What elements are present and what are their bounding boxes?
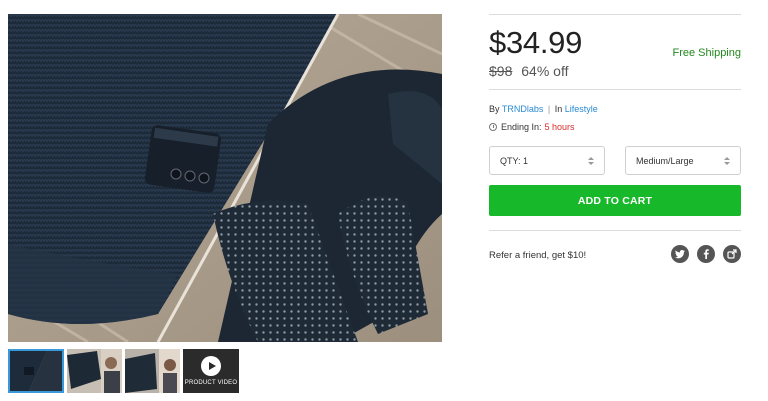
quantity-value: QTY: 1 (500, 155, 529, 166)
original-price: $98 (489, 63, 513, 79)
thumbnail-1[interactable] (8, 349, 64, 393)
price-divider (489, 89, 741, 90)
ending-value: 5 hours (544, 122, 575, 132)
thumbnail-strip: PRODUCT VIDEO (8, 349, 239, 393)
refer-friend-text[interactable]: Refer a friend, get $10! (489, 250, 586, 261)
clock-icon (489, 123, 497, 131)
cart-divider (489, 230, 741, 231)
in-label: In (554, 104, 563, 114)
thumbnail-product-video[interactable]: PRODUCT VIDEO (183, 349, 239, 393)
share-buttons (671, 245, 741, 263)
share-icon[interactable] (723, 245, 741, 263)
facebook-icon[interactable] (697, 245, 715, 263)
category-link[interactable]: Lifestyle (565, 104, 598, 114)
byline: By TRNDlabs | In Lifestyle (489, 104, 598, 114)
thumbnail-2[interactable] (67, 349, 122, 393)
updown-arrow-icon (588, 156, 594, 165)
thumbnail-image (8, 349, 64, 393)
sale-price: $34.99 (489, 25, 583, 60)
ending-label: Ending In: (501, 122, 542, 132)
thumbnail-image (67, 349, 122, 393)
discount-label: 64% off (521, 63, 569, 79)
byline-separator: | (547, 104, 551, 114)
free-shipping-label: Free Shipping (672, 47, 742, 59)
brand-link[interactable]: TRNDlabs (502, 104, 544, 114)
product-main-image[interactable] (8, 14, 442, 342)
play-icon (201, 356, 221, 376)
ending-timer: Ending In: 5 hours (489, 122, 575, 132)
purchase-panel: $34.99 Free Shipping $98 64% off By TRND… (489, 14, 741, 263)
original-price-row: $98 64% off (489, 63, 568, 79)
updown-arrow-icon (724, 156, 730, 165)
twitter-icon[interactable] (671, 245, 689, 263)
size-value: Medium/Large (636, 155, 694, 166)
add-to-cart-button[interactable]: ADD TO CART (489, 185, 741, 216)
size-select[interactable]: Medium/Large (625, 146, 741, 175)
quantity-select[interactable]: QTY: 1 (489, 146, 605, 175)
product-photo (8, 14, 442, 342)
thumbnail-image (125, 349, 180, 393)
by-label: By (489, 104, 500, 114)
price-block: $34.99 Free Shipping $98 64% off (489, 15, 741, 89)
thumbnail-3[interactable] (125, 349, 180, 393)
video-label: PRODUCT VIDEO (184, 380, 238, 386)
